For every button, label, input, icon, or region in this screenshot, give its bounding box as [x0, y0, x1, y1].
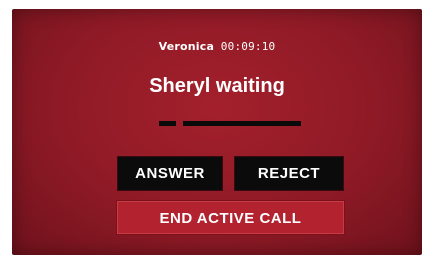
active-call-header: Veronica 00:09:10 — [12, 40, 422, 53]
call-screen: Veronica 00:09:10 Sheryl waiting ANSWER … — [12, 9, 422, 255]
progress-segment-long — [183, 121, 301, 126]
waiting-caller-text: Sheryl waiting — [149, 75, 285, 97]
progress-segment-short — [159, 121, 176, 126]
end-active-call-button[interactable]: END ACTIVE CALL — [117, 201, 344, 234]
active-caller-name: Veronica — [158, 40, 215, 53]
device-frame: Veronica 00:09:10 Sheryl waiting ANSWER … — [0, 0, 437, 264]
answer-button[interactable]: ANSWER — [117, 156, 223, 191]
call-timer: 00:09:10 — [220, 40, 276, 53]
reject-button[interactable]: REJECT — [234, 156, 344, 191]
